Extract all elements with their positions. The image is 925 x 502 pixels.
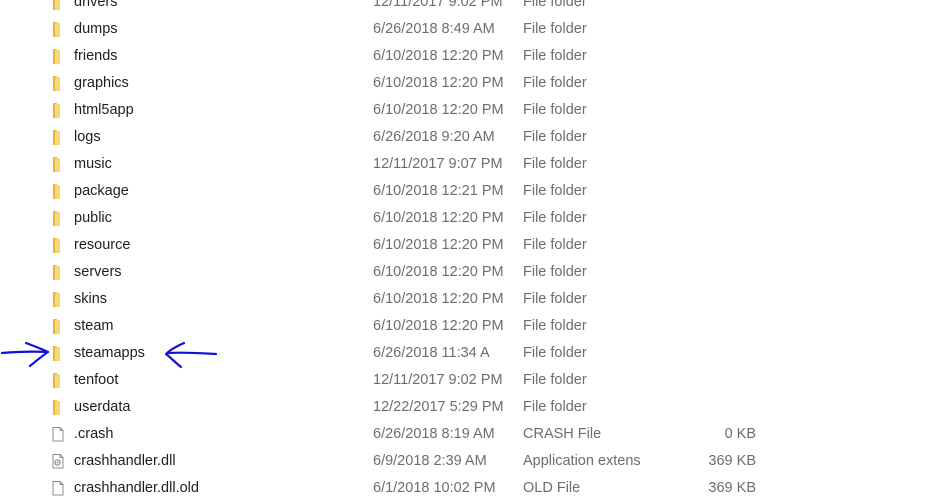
file-name: servers [74,264,122,280]
list-item[interactable]: friends 6/10/2018 12:20 PM File folder [0,43,925,70]
file-name: crashhandler.dll [74,453,176,469]
folder-icon [50,156,66,172]
file-name: friends [74,48,118,64]
file-type: File folder [523,75,587,91]
file-name: graphics [74,75,129,91]
date-modified: 6/1/2018 10:02 PM [373,480,496,496]
file-size: 369 KB [708,480,756,496]
dll-file-icon [50,453,66,469]
file-icon [50,480,66,496]
date-modified: 6/9/2018 2:39 AM [373,453,487,469]
file-size: 369 KB [708,453,756,469]
folder-icon [50,0,66,10]
date-modified: 6/10/2018 12:21 PM [373,183,504,199]
file-name: tenfoot [74,372,119,388]
list-item[interactable]: music 12/11/2017 9:07 PM File folder [0,151,925,178]
list-item[interactable]: .crash 6/26/2018 8:19 AM CRASH File 0 KB [0,421,925,448]
list-item[interactable]: userdata 12/22/2017 5:29 PM File folder [0,394,925,421]
file-type: File folder [523,21,587,37]
date-modified: 12/11/2017 9:02 PM [373,372,503,388]
list-item[interactable]: crashhandler.dll.old 6/1/2018 10:02 PM O… [0,475,925,502]
file-type: File folder [523,345,587,361]
file-type: File folder [523,318,587,334]
file-name: drivers [74,0,118,10]
file-type: File folder [523,156,587,172]
list-item[interactable]: html5app 6/10/2018 12:20 PM File folder [0,97,925,124]
file-type: File folder [523,372,587,388]
date-modified: 6/10/2018 12:20 PM [373,291,504,307]
file-list: drivers 12/11/2017 9:02 PM File folder d… [0,0,925,496]
file-name: resource [74,237,131,253]
date-modified: 12/11/2017 9:07 PM [373,156,503,172]
date-modified: 12/22/2017 5:29 PM [373,399,504,415]
list-item[interactable]: dumps 6/26/2018 8:49 AM File folder [0,16,925,43]
file-type: File folder [523,102,587,118]
list-item[interactable]: logs 6/26/2018 9:20 AM File folder [0,124,925,151]
date-modified: 6/10/2018 12:20 PM [373,102,504,118]
file-name: dumps [74,21,118,37]
folder-icon [50,210,66,226]
folder-icon [50,102,66,118]
date-modified: 6/10/2018 12:20 PM [373,210,504,226]
file-name: crashhandler.dll.old [74,480,199,496]
file-type: File folder [523,399,587,415]
date-modified: 6/10/2018 12:20 PM [373,237,504,253]
list-item[interactable]: graphics 6/10/2018 12:20 PM File folder [0,70,925,97]
file-name: steamapps [74,345,145,361]
list-item-steamapps[interactable]: steamapps 6/26/2018 11:34 A File folder [0,340,925,367]
file-type: Application extens [523,453,641,469]
date-modified: 6/10/2018 12:20 PM [373,318,504,334]
folder-icon [50,237,66,253]
folder-icon [50,264,66,280]
file-type: File folder [523,264,587,280]
list-item[interactable]: skins 6/10/2018 12:20 PM File folder [0,286,925,313]
date-modified: 6/10/2018 12:20 PM [373,48,504,64]
list-item[interactable]: tenfoot 12/11/2017 9:02 PM File folder [0,367,925,394]
file-type: File folder [523,183,587,199]
file-icon [50,426,66,442]
date-modified: 6/26/2018 8:19 AM [373,426,495,442]
file-type: File folder [523,210,587,226]
file-name: html5app [74,102,134,118]
file-name: public [74,210,112,226]
list-item[interactable]: resource 6/10/2018 12:20 PM File folder [0,232,925,259]
file-name: skins [74,291,108,307]
folder-icon [50,318,66,334]
file-type: File folder [523,237,587,253]
folder-icon [50,21,66,37]
file-size: 0 KB [724,426,756,442]
file-name: .crash [74,426,114,442]
date-modified: 6/10/2018 12:20 PM [373,75,504,91]
folder-icon [50,399,66,415]
date-modified: 6/26/2018 9:20 AM [373,129,495,145]
file-type: File folder [523,0,587,10]
folder-icon [50,183,66,199]
file-type: File folder [523,291,587,307]
folder-icon [50,291,66,307]
file-name: steam [74,318,114,334]
list-item[interactable]: steam 6/10/2018 12:20 PM File folder [0,313,925,340]
file-type: CRASH File [523,426,602,442]
file-name: logs [74,129,101,145]
folder-icon [50,75,66,91]
date-modified: 6/10/2018 12:20 PM [373,264,504,280]
date-modified: 12/11/2017 9:02 PM [373,0,503,10]
list-item[interactable]: package 6/10/2018 12:21 PM File folder [0,178,925,205]
folder-icon [50,129,66,145]
file-name: music [74,156,112,172]
file-name: userdata [74,399,131,415]
file-type: OLD File [523,480,581,496]
list-item[interactable]: drivers 12/11/2017 9:02 PM File folder [0,0,925,16]
list-item[interactable]: crashhandler.dll 6/9/2018 2:39 AM Applic… [0,448,925,475]
list-item[interactable]: servers 6/10/2018 12:20 PM File folder [0,259,925,286]
list-item[interactable]: public 6/10/2018 12:20 PM File folder [0,205,925,232]
date-modified: 6/26/2018 11:34 A [373,345,490,361]
file-name: package [74,183,129,199]
folder-icon [50,345,66,361]
file-type: File folder [523,129,587,145]
folder-icon [50,48,66,64]
folder-icon [50,372,66,388]
date-modified: 6/26/2018 8:49 AM [373,21,495,37]
file-type: File folder [523,48,587,64]
